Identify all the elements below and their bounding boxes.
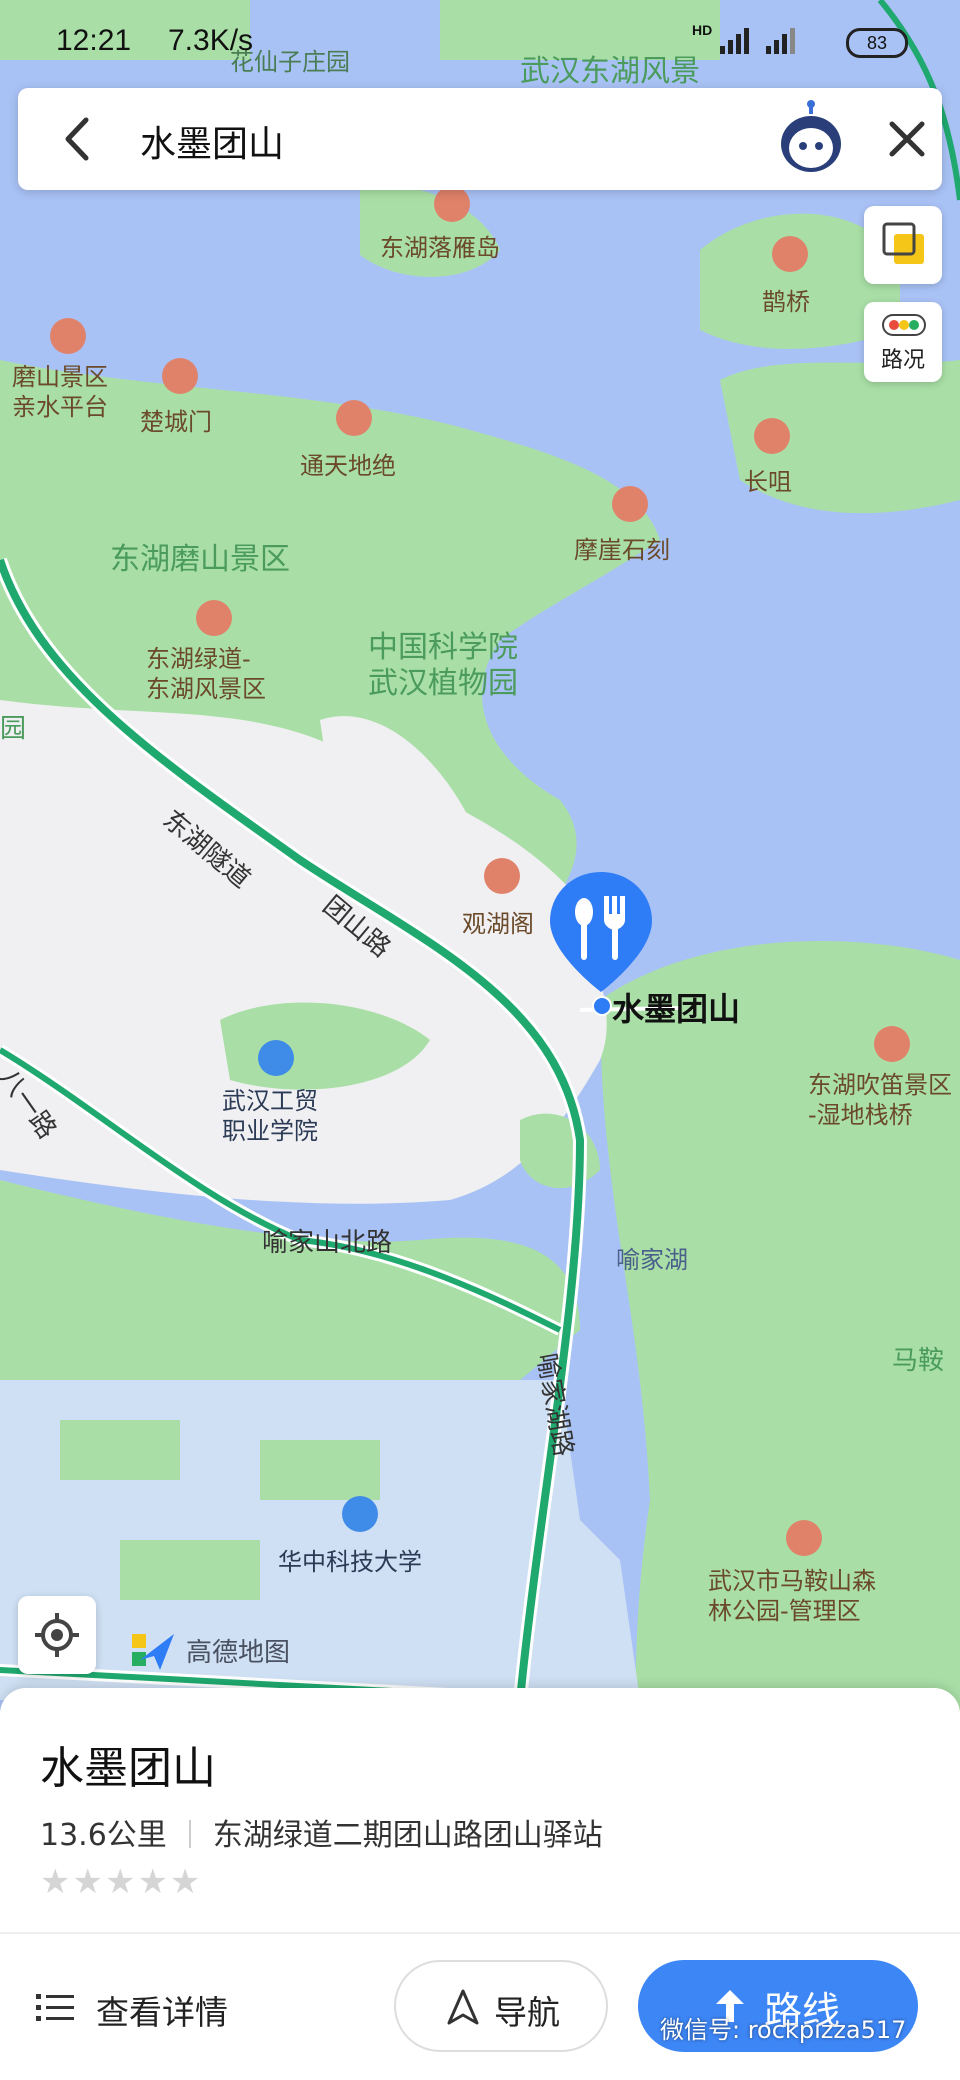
traffic-button[interactable]: 路况 — [864, 302, 942, 382]
panel-divider — [0, 1932, 960, 1934]
scenic-spot-icon[interactable] — [336, 400, 372, 436]
search-bar[interactable]: 水墨团山 — [18, 88, 942, 190]
school-label[interactable]: 华中科技大学 — [278, 1542, 422, 1577]
scenic-spot-icon[interactable] — [50, 318, 86, 354]
selected-location-label[interactable]: 水墨团山 — [612, 984, 740, 1030]
poi-label[interactable]: 东湖绿道- 东湖风景区 — [146, 644, 266, 704]
crosshair-icon — [35, 1613, 79, 1657]
poi-label[interactable]: 鹊桥 — [762, 282, 810, 317]
rating-stars: ★★★★★ — [40, 1862, 203, 1902]
layers-button[interactable] — [864, 206, 942, 284]
poi-label[interactable]: 武汉市马鞍山森 林公园-管理区 — [708, 1566, 876, 1626]
poi-label[interactable]: 楚城门 — [140, 402, 212, 437]
status-network-speed: 7.3K/s — [168, 24, 254, 57]
scenic-spot-icon[interactable] — [484, 858, 520, 894]
status-time: 12:21 — [56, 24, 132, 57]
poi-label[interactable]: 东湖吹笛景区 -湿地栈桥 — [808, 1070, 952, 1130]
place-meta: 13.6公里 东湖绿道二期团山路团山驿站 — [40, 1810, 603, 1854]
poi-label[interactable]: 通天地绝 — [300, 446, 396, 481]
meta-divider — [188, 1820, 191, 1848]
poi-label[interactable]: 摩崖石刻 — [574, 530, 670, 565]
poi-label[interactable]: 长咀 — [744, 462, 792, 497]
layers-icon — [882, 222, 924, 264]
selected-location-dot — [592, 996, 612, 1016]
wechat-watermark: 微信号: rockpizza517 — [660, 2016, 907, 2044]
locate-me-button[interactable] — [18, 1596, 96, 1674]
road-label: 喻家山北路 — [262, 1228, 393, 1258]
scenic-spot-icon[interactable] — [772, 236, 808, 272]
place-address: 东湖绿道二期团山路团山驿站 — [212, 1818, 603, 1853]
scenic-spot-icon[interactable] — [874, 1026, 910, 1062]
navigate-button[interactable]: 导航 — [394, 1960, 608, 2052]
scenic-spot-icon[interactable] — [786, 1520, 822, 1556]
scenic-spot-icon[interactable] — [754, 418, 790, 454]
amap-logo-text: 高德地图 — [186, 1638, 291, 1668]
map-area-label: 马鞍 — [892, 1346, 945, 1376]
map-area-label: 园 — [0, 714, 27, 744]
battery-indicator: 83 — [846, 28, 908, 58]
scenic-spot-icon[interactable] — [196, 600, 232, 636]
list-icon — [36, 1994, 74, 2021]
amap-logo-icon — [132, 1634, 174, 1670]
poi-label[interactable]: 磨山景区 亲水平台 — [12, 362, 108, 422]
school-icon[interactable] — [258, 1040, 294, 1076]
signal-icon — [720, 28, 749, 54]
view-details-label: 查看详情 — [96, 1993, 228, 2032]
navigation-arrow-icon — [447, 1989, 479, 2025]
voice-assistant-icon[interactable] — [776, 100, 846, 176]
back-arrow-icon[interactable] — [54, 112, 104, 166]
search-query[interactable]: 水墨团山 — [140, 115, 284, 167]
signal-icon — [766, 28, 795, 54]
scenic-spot-icon[interactable] — [162, 358, 198, 394]
place-title: 水墨团山 — [40, 1743, 216, 1794]
poi-label[interactable]: 东湖落雁岛 — [380, 228, 500, 263]
status-bar: 12:21 7.3K/s HD 83 — [0, 0, 960, 80]
map-area-label: 中国科学院 武汉植物园 — [368, 630, 518, 701]
amap-logo: 高德地图 — [130, 1630, 290, 1674]
traffic-light-icon — [882, 314, 926, 336]
traffic-label: 路况 — [880, 348, 925, 373]
poi-label[interactable]: 观湖阁 — [462, 904, 534, 939]
school-label[interactable]: 武汉工贸 职业学院 — [222, 1086, 318, 1146]
navigate-label: 导航 — [494, 1993, 560, 2032]
school-icon[interactable] — [342, 1496, 378, 1532]
map-area-label: 东湖磨山景区 — [110, 542, 290, 577]
close-icon[interactable] — [880, 110, 934, 168]
scenic-spot-icon[interactable] — [434, 186, 470, 222]
map-area-label: 喻家湖 — [616, 1246, 688, 1274]
scenic-spot-icon[interactable] — [612, 486, 648, 522]
place-distance: 13.6公里 — [40, 1818, 167, 1853]
status-network-type: HD — [692, 22, 713, 38]
